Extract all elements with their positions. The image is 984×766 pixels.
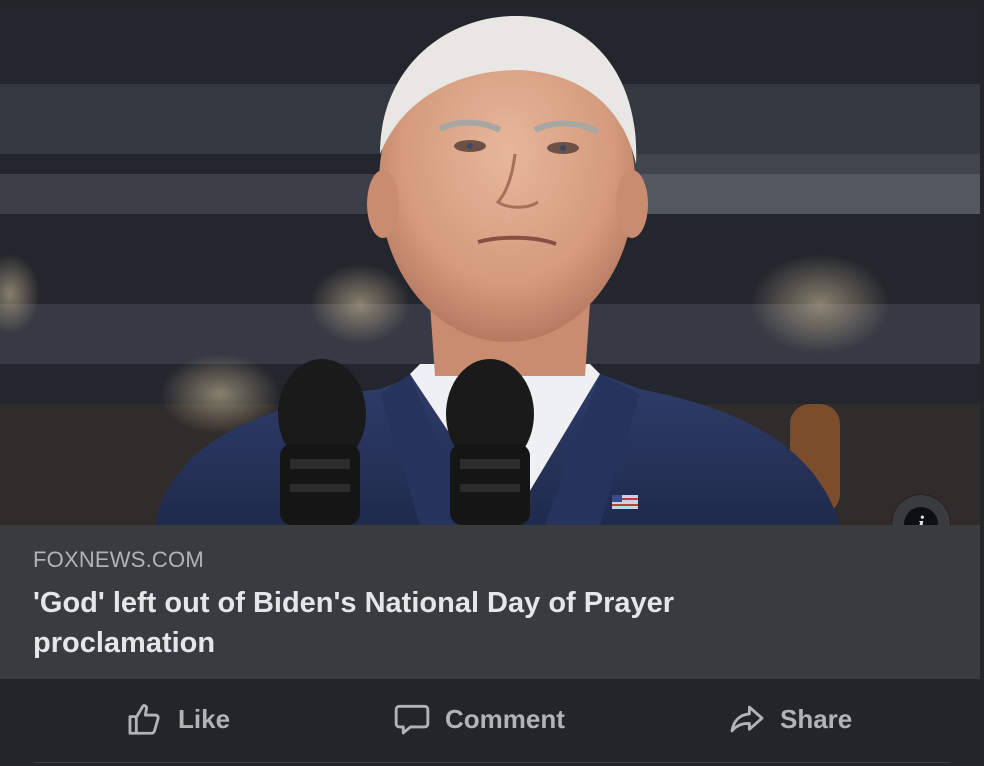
comment-button[interactable]: Comment [393,697,565,741]
divider [33,762,951,763]
facebook-link-post: i FOXNEWS.COM 'God' left out of Biden's … [0,0,984,766]
link-caption[interactable]: FOXNEWS.COM 'God' left out of Biden's Na… [0,525,980,679]
news-photo [0,4,980,525]
like-button[interactable]: Like [126,697,230,741]
share-arrow-icon [730,705,764,733]
share-button[interactable]: Share [728,697,852,741]
share-label: Share [780,703,853,734]
post-action-bar: Like Comment Share [0,679,984,766]
link-domain: FOXNEWS.COM [33,547,204,572]
link-preview-image[interactable] [0,4,980,525]
speech-bubble-icon [394,704,430,735]
like-label: Like [178,703,231,734]
link-headline[interactable]: 'God' left out of Biden's National Day o… [33,583,833,663]
thumbs-up-icon [128,704,160,735]
comment-label: Comment [445,703,565,734]
